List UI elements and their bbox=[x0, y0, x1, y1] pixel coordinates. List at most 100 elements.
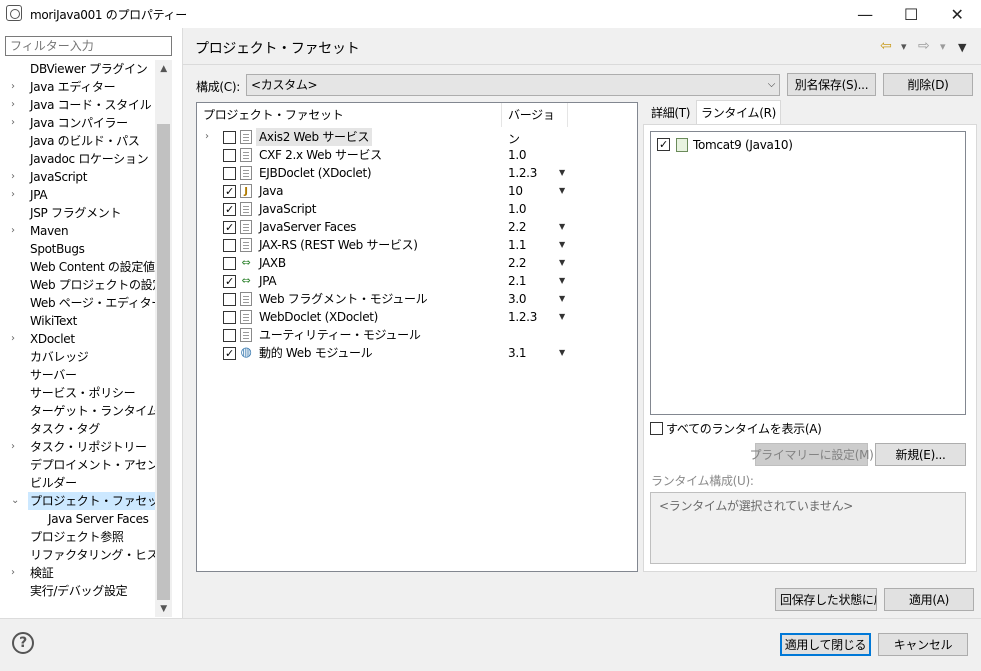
tree-item[interactable]: サービス・ポリシー bbox=[0, 384, 172, 402]
tree-item[interactable]: Java のビルド・パス bbox=[0, 132, 172, 150]
facet-checkbox[interactable] bbox=[223, 131, 236, 144]
facet-checkbox[interactable] bbox=[223, 167, 236, 180]
tree-item[interactable]: Javadoc ロケーション bbox=[0, 150, 172, 168]
tree-item[interactable]: ⌄ プロジェクト・ファセット bbox=[0, 492, 172, 510]
tree-item[interactable]: ターゲット・ランタイム bbox=[0, 402, 172, 420]
tree-item[interactable]: WikiText bbox=[0, 312, 172, 330]
expand-icon[interactable]: › bbox=[11, 114, 21, 132]
facet-version[interactable]: 3.1 bbox=[508, 344, 526, 362]
tree-item[interactable]: › Maven bbox=[0, 222, 172, 240]
tree-item[interactable]: › タスク・リポジトリー bbox=[0, 438, 172, 456]
runtime-checkbox[interactable]: ✓ bbox=[657, 138, 670, 151]
facet-version[interactable]: 1.2.3 bbox=[508, 308, 537, 326]
tab-runtimes[interactable]: ランタイム(R) bbox=[696, 100, 782, 124]
expand-icon[interactable]: › bbox=[11, 222, 21, 240]
new-runtime-button[interactable]: 新規(E)... bbox=[875, 443, 966, 466]
facet-checkbox[interactable]: ✓ bbox=[223, 221, 236, 234]
facet-row[interactable]: › Axis2 Web サービス bbox=[197, 128, 637, 146]
delete-button[interactable]: 削除(D) bbox=[883, 73, 973, 96]
scroll-down-icon[interactable]: ▼ bbox=[155, 600, 172, 617]
tree-item[interactable]: サーバー bbox=[0, 366, 172, 384]
version-dropdown-icon[interactable]: ▼ bbox=[559, 218, 565, 236]
tree-item[interactable]: › Java コード・スタイル bbox=[0, 96, 172, 114]
facet-checkbox[interactable]: ✓ bbox=[223, 185, 236, 198]
version-dropdown-icon[interactable]: ▼ bbox=[559, 182, 565, 200]
tree-item[interactable]: › Java エディター bbox=[0, 78, 172, 96]
apply-and-close-button[interactable]: 適用して閉じる bbox=[780, 633, 871, 656]
make-primary-button[interactable]: プライマリーに設定(M) bbox=[749, 443, 874, 466]
facet-version[interactable]: 1.1 bbox=[508, 236, 526, 254]
tree-item[interactable]: SpotBugs bbox=[0, 240, 172, 258]
facet-checkbox[interactable]: ✓ bbox=[223, 275, 236, 288]
scroll-up-icon[interactable]: ▲ bbox=[155, 60, 172, 77]
tree-item[interactable]: リファクタリング・ヒストリー bbox=[0, 546, 172, 564]
apply-button[interactable]: 適用(A) bbox=[884, 588, 974, 611]
tree-item[interactable]: JSP フラグメント bbox=[0, 204, 172, 222]
forward-menu-icon[interactable]: ▾ bbox=[940, 40, 946, 53]
expand-icon[interactable]: › bbox=[11, 96, 21, 114]
expand-icon[interactable]: › bbox=[205, 128, 209, 146]
config-combo[interactable]: <カスタム> ⌵ bbox=[246, 74, 780, 96]
facet-checkbox[interactable] bbox=[223, 311, 236, 324]
expand-icon[interactable]: › bbox=[11, 78, 21, 96]
help-icon[interactable]: ? bbox=[12, 632, 34, 654]
facet-row[interactable]: ✓ ⇔ JPA 2.1 ▼ bbox=[197, 272, 637, 290]
facet-version[interactable]: 2.1 bbox=[508, 272, 526, 290]
tree-item[interactable]: DBViewer プラグイン bbox=[0, 60, 172, 78]
show-all-checkbox[interactable] bbox=[650, 422, 663, 435]
facet-row[interactable]: ✓ JavaScript 1.0 bbox=[197, 200, 637, 218]
facet-checkbox[interactable] bbox=[223, 239, 236, 252]
save-as-button[interactable]: 別名保存(S)... bbox=[787, 73, 876, 96]
tree-item[interactable]: タスク・タグ bbox=[0, 420, 172, 438]
tree-item[interactable]: › XDoclet bbox=[0, 330, 172, 348]
facet-checkbox[interactable] bbox=[223, 149, 236, 162]
tree-item[interactable]: プロジェクト参照 bbox=[0, 528, 172, 546]
facet-version[interactable]: 2.2 bbox=[508, 254, 526, 272]
facet-row[interactable]: ✓ JavaServer Faces 2.2 ▼ bbox=[197, 218, 637, 236]
expand-icon[interactable]: › bbox=[11, 168, 21, 186]
expand-icon[interactable]: › bbox=[11, 186, 21, 204]
facet-checkbox[interactable]: ✓ bbox=[223, 347, 236, 360]
tree-item[interactable]: Web プロジェクトの設定 bbox=[0, 276, 172, 294]
facet-version[interactable]: 2.2 bbox=[508, 218, 526, 236]
expand-icon[interactable]: › bbox=[11, 438, 21, 456]
facet-version[interactable]: 10 bbox=[508, 182, 523, 200]
maximize-button[interactable]: ☐ bbox=[888, 0, 934, 28]
back-menu-icon[interactable]: ▾ bbox=[901, 40, 907, 53]
expand-icon[interactable]: › bbox=[11, 330, 21, 348]
minimize-button[interactable]: — bbox=[842, 0, 888, 28]
tree-item[interactable]: 実行/デバッグ設定 bbox=[0, 582, 172, 600]
facet-row[interactable]: Web フラグメント・モジュール 3.0 ▼ bbox=[197, 290, 637, 308]
facet-checkbox[interactable] bbox=[223, 257, 236, 270]
column-separator[interactable] bbox=[567, 103, 568, 127]
version-dropdown-icon[interactable]: ▼ bbox=[559, 236, 565, 254]
forward-arrow-icon[interactable]: ⇨ bbox=[918, 38, 930, 54]
facet-checkbox[interactable] bbox=[223, 329, 236, 342]
close-button[interactable]: ✕ bbox=[934, 0, 980, 28]
facet-row[interactable]: EJBDoclet (XDoclet) 1.2.3 ▼ bbox=[197, 164, 637, 182]
facet-version[interactable]: 3.0 bbox=[508, 290, 526, 308]
version-dropdown-icon[interactable]: ▼ bbox=[559, 308, 565, 326]
tree-item[interactable]: › 検証 bbox=[0, 564, 172, 582]
tree-item[interactable]: Web ページ・エディター bbox=[0, 294, 172, 312]
filter-input[interactable] bbox=[5, 36, 172, 56]
tab-details[interactable]: 詳細(T) bbox=[647, 102, 694, 124]
facet-checkbox[interactable] bbox=[223, 293, 236, 306]
expand-icon[interactable]: › bbox=[11, 564, 21, 582]
back-arrow-icon[interactable]: ⇦ bbox=[880, 38, 892, 54]
view-menu-icon[interactable]: ▼ bbox=[958, 41, 966, 54]
tree-item[interactable]: › Java コンパイラー bbox=[0, 114, 172, 132]
column-header-facet[interactable]: プロジェクト・ファセット bbox=[197, 103, 502, 127]
facet-checkbox[interactable]: ✓ bbox=[223, 203, 236, 216]
column-header-version[interactable]: バージョン bbox=[502, 103, 562, 146]
tree-item[interactable]: ビルダー bbox=[0, 474, 172, 492]
facet-row[interactable]: ⇔ JAXB 2.2 ▼ bbox=[197, 254, 637, 272]
facet-version[interactable]: 1.2.3 bbox=[508, 164, 537, 182]
facet-row[interactable]: JAX-RS (REST Web サービス) 1.1 ▼ bbox=[197, 236, 637, 254]
facet-row[interactable]: CXF 2.x Web サービス 1.0 bbox=[197, 146, 637, 164]
tree-scroll-thumb[interactable] bbox=[157, 124, 170, 600]
tree-item[interactable]: › JPA bbox=[0, 186, 172, 204]
version-dropdown-icon[interactable]: ▼ bbox=[559, 254, 565, 272]
tree-item[interactable]: カバレッジ bbox=[0, 348, 172, 366]
cancel-button[interactable]: キャンセル bbox=[878, 633, 968, 656]
